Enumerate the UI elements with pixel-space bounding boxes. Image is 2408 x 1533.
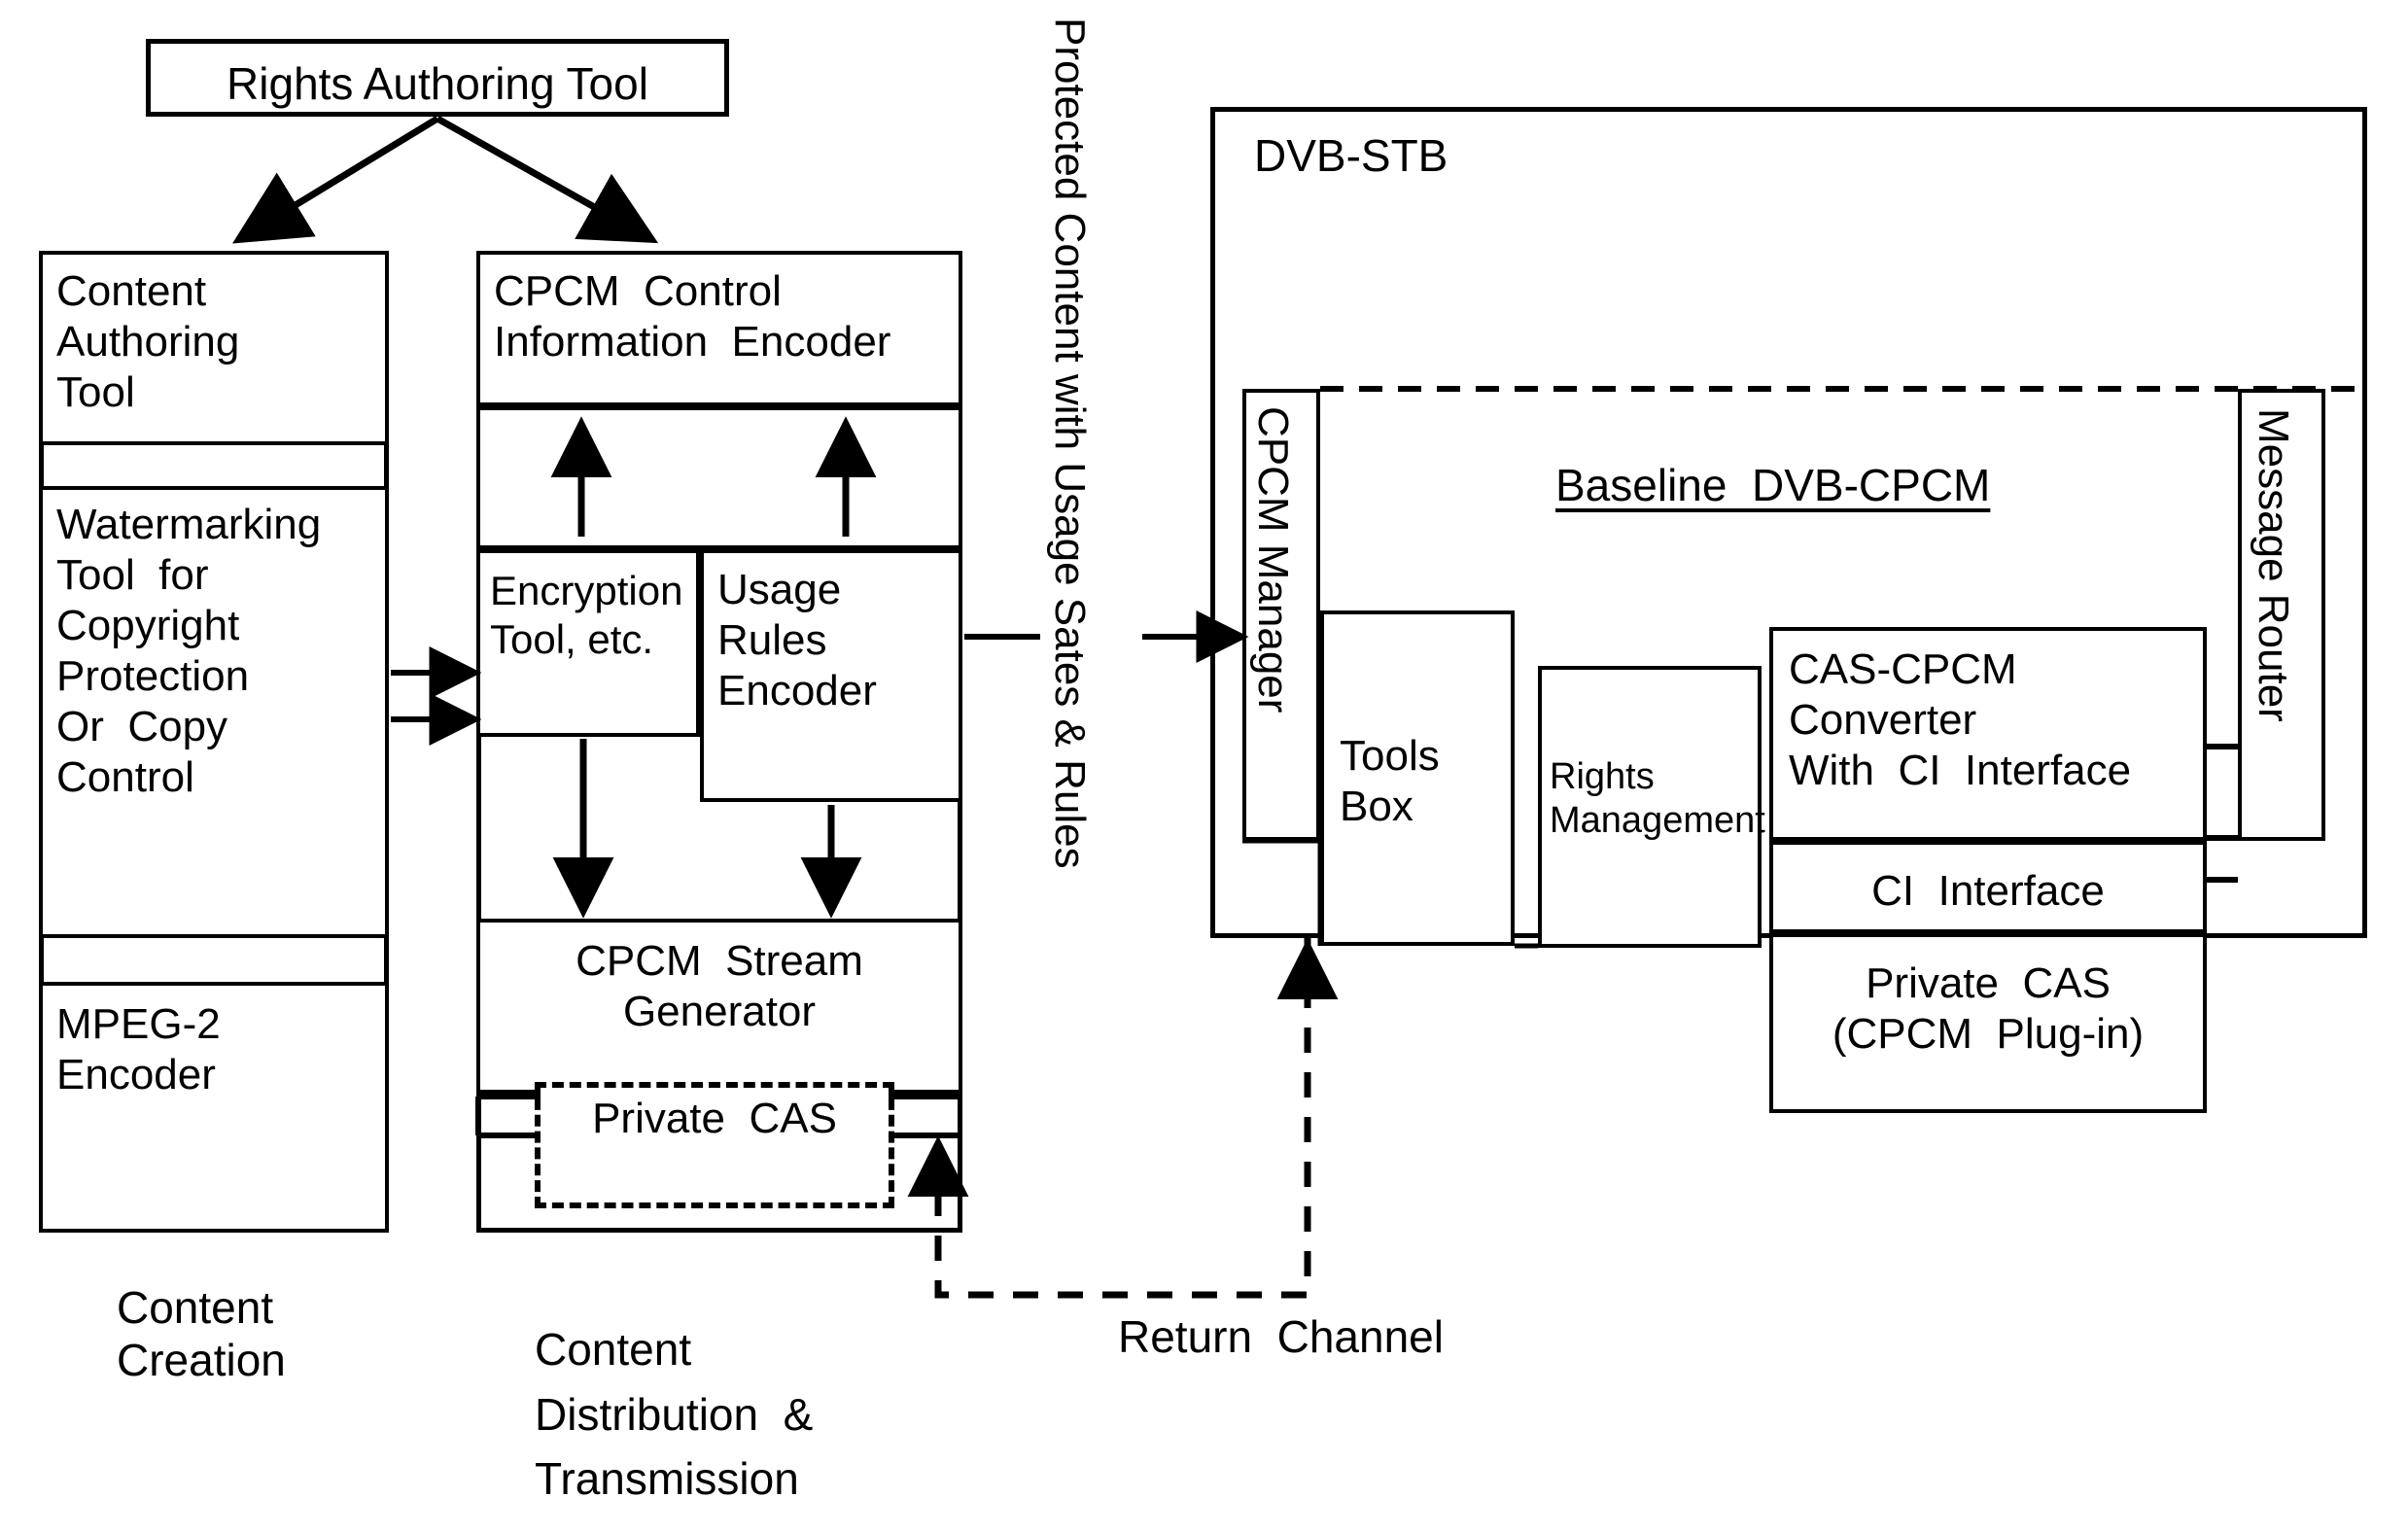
return-channel-label: Return Channel <box>1118 1311 1444 1362</box>
rights-management-box[interactable]: Rights Management <box>1538 666 1765 948</box>
protected-content-label: Protected Content with Usage Sates & Rul… <box>1046 17 1094 869</box>
mpeg2-encoder-box[interactable]: MPEG-2 Encoder <box>39 982 389 1233</box>
content-creation-group-label: Content Creation <box>117 1282 286 1386</box>
cas-cpcm-converter-box[interactable]: CAS-CPCM Converter With CI Interface <box>1769 627 2207 841</box>
cpcm-control-information-encoder-label: CPCM Control Information Encoder <box>494 267 891 366</box>
diagram-canvas: Rights Authoring Tool Content Authoring … <box>0 0 2408 1533</box>
watermarking-tool-box[interactable]: Watermarking Tool for Copyright Protecti… <box>39 486 389 938</box>
tools-box-label: Tools Box <box>1340 732 1440 830</box>
return-channel-path <box>907 938 1339 1299</box>
cpcm-manager-label: CPCM Manager <box>1249 406 1297 714</box>
dvb-stb-label: DVB-STB <box>1254 130 1448 181</box>
rat-fanout-arrows <box>232 115 659 244</box>
watermarking-tool-label: Watermarking Tool for Copyright Protecti… <box>56 501 322 801</box>
content-distribution-group-label: Content Distribution & Transmission <box>535 1324 814 1505</box>
cpcm-stream-generator-label: CPCM Stream Generator <box>576 937 863 1035</box>
private-cas-dashed-box[interactable]: Private CAS <box>535 1082 894 1208</box>
private-cas-plugin-label: Private CAS (CPCM Plug-in) <box>1832 959 2145 1058</box>
private-cas-dashed-label: Private CAS <box>592 1095 837 1142</box>
message-router-label: Message Router <box>2250 408 2297 722</box>
ci-interface-label: CI Interface <box>1871 867 2105 915</box>
cpcm-stream-generator-box[interactable]: CPCM Stream Generator <box>476 919 962 1094</box>
encoder-arrow-band <box>476 406 962 549</box>
cpcm-control-information-encoder-box[interactable]: CPCM Control Information Encoder <box>476 251 962 406</box>
content-authoring-tool-label: Content Authoring Tool <box>56 267 240 416</box>
rights-authoring-tool-label: Rights Authoring Tool <box>227 58 648 109</box>
usage-rules-encoder-box[interactable]: Usage Rules Encoder <box>700 549 962 802</box>
ci-interface-box[interactable]: CI Interface <box>1769 841 2207 933</box>
content-authoring-tool-box[interactable]: Content Authoring Tool <box>39 251 389 445</box>
baseline-dvb-cpcm-label: Baseline DVB-CPCM <box>1555 460 1991 510</box>
mpeg2-encoder-label: MPEG-2 Encoder <box>56 1000 221 1098</box>
rights-authoring-tool-box[interactable]: Rights Authoring Tool <box>146 39 729 117</box>
private-cas-plugin-box[interactable]: Private CAS (CPCM Plug-in) <box>1769 933 2207 1113</box>
encryption-tool-box[interactable]: Encryption Tool, etc. <box>476 549 700 737</box>
usage-rules-encoder-label: Usage Rules Encoder <box>717 566 877 714</box>
creation-to-distribution-arrows <box>391 646 482 746</box>
rights-management-label: Rights Management <box>1550 756 1765 841</box>
encryption-tool-label: Encryption Tool, etc. <box>490 568 683 662</box>
tools-box-box[interactable]: Tools Box <box>1320 610 1515 946</box>
cas-cpcm-converter-label: CAS-CPCM Converter With CI Interface <box>1789 645 2132 794</box>
